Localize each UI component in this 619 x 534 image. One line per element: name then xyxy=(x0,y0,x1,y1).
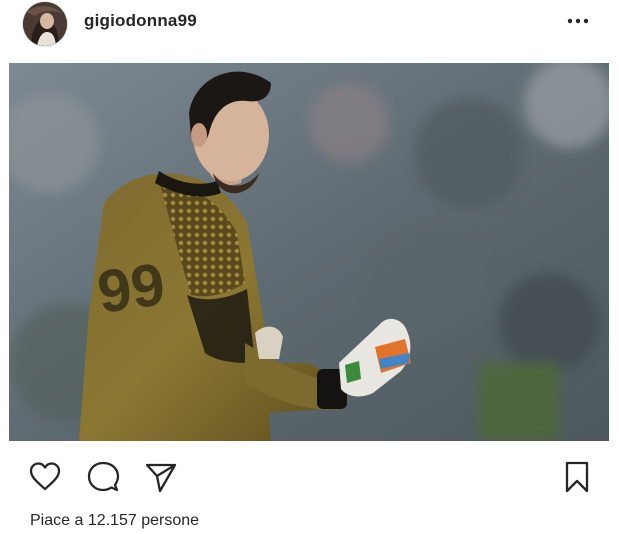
comment-icon[interactable] xyxy=(84,458,122,496)
more-options-icon[interactable] xyxy=(563,6,593,36)
bookmark-icon[interactable] xyxy=(558,458,596,496)
post-header: gigiodonna99 xyxy=(0,0,619,58)
direct-share-icon[interactable] xyxy=(142,458,180,496)
likes-count[interactable]: Piace a 12.157 persone xyxy=(30,512,199,530)
avatar[interactable] xyxy=(23,2,67,46)
heart-icon[interactable] xyxy=(26,458,64,496)
post-actions xyxy=(0,452,619,500)
post-photo[interactable]: 99 xyxy=(9,63,609,441)
svg-text:99: 99 xyxy=(93,250,168,326)
username[interactable]: gigiodonna99 xyxy=(84,11,197,31)
